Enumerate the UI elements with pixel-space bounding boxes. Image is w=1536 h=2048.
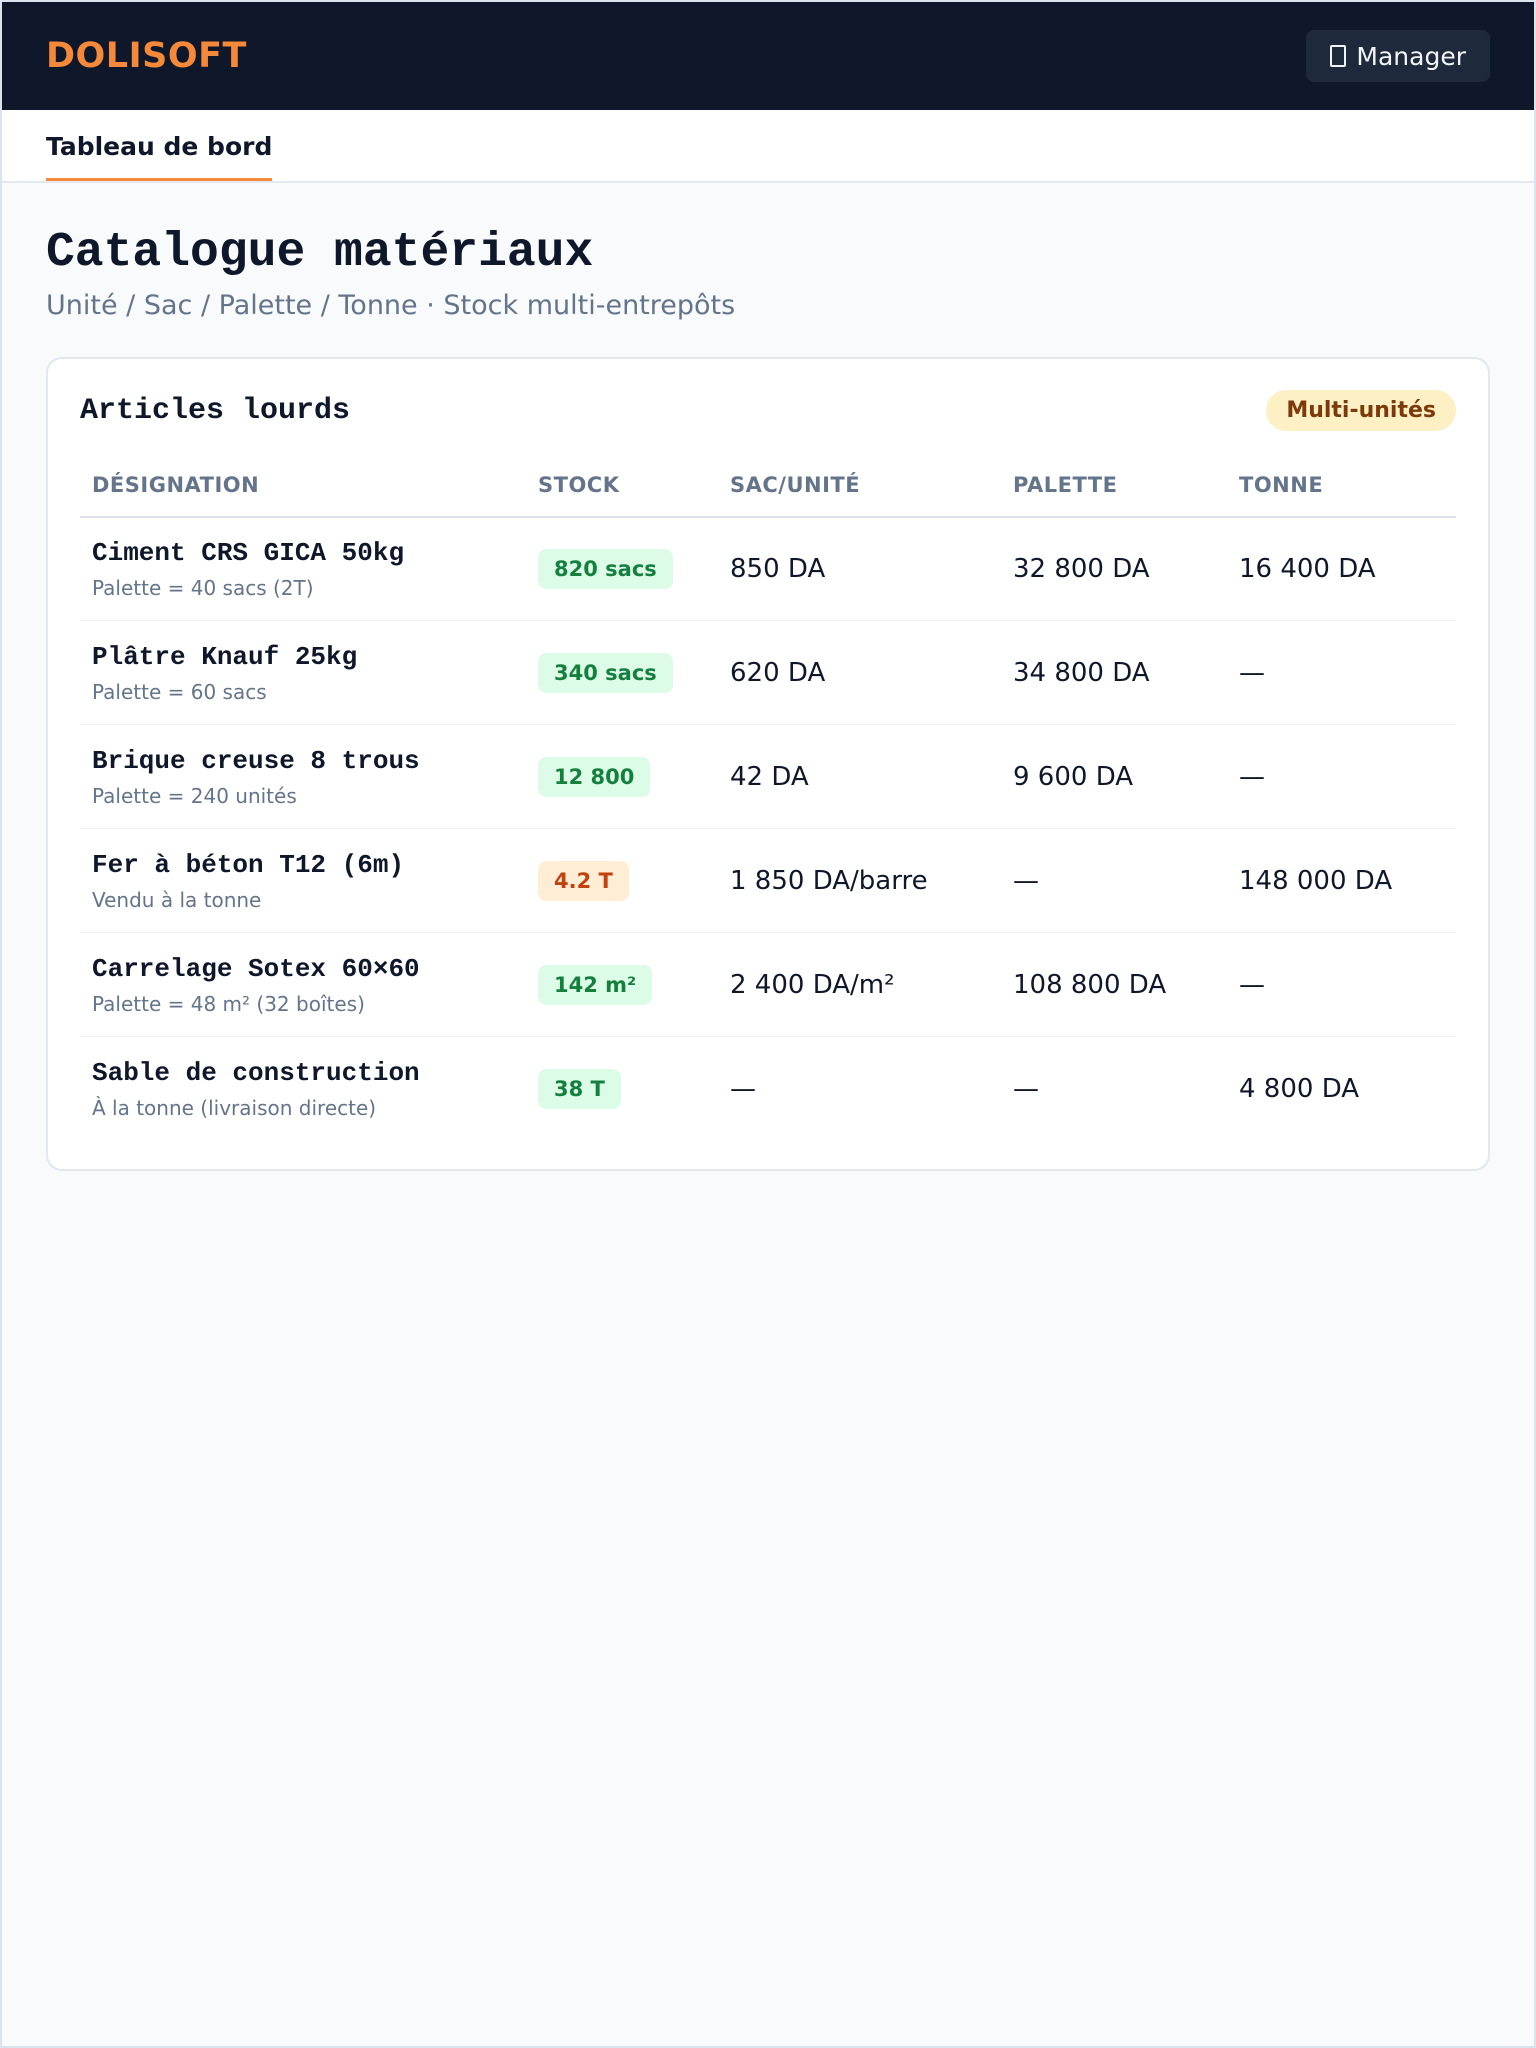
item-packaging-note: Vendu à la tonne	[92, 887, 262, 912]
table-row[interactable]: Carrelage Sotex 60×60 Palette = 48 m² (32…	[80, 932, 1456, 1038]
table-row[interactable]: Ciment CRS GICA 50kg Palette = 40 sacs (2…	[80, 516, 1456, 622]
multi-units-badge: Multi-unités	[1266, 390, 1456, 432]
item-name[interactable]: Fer à béton T12 (6m)	[92, 850, 514, 880]
page-header: Catalogue matériaux Unité / Sac / Palett…	[2, 183, 1534, 321]
tonne-price-cell: —	[1227, 724, 1456, 830]
table-header-row: DÉSIGNATION STOCK SAC/UNITÉ PALETTE TONN…	[80, 454, 1456, 518]
designation-cell: Carrelage Sotex 60×60 Palette = 48 m² (32…	[80, 932, 526, 1038]
stock-badge: 340 sacs	[538, 652, 673, 693]
top-navbar: DOLISOFT Manager	[2, 2, 1534, 110]
palette-price-cell: 32 800 DA	[1001, 516, 1227, 622]
stock-badge: 38 T	[538, 1069, 621, 1110]
stock-cell: 12 800	[526, 724, 718, 830]
tonne-price-cell: 148 000 DA	[1227, 828, 1456, 934]
unit-price-cell: 1 850 DA/barre	[718, 828, 1001, 934]
palette-price-cell: 9 600 DA	[1001, 724, 1227, 830]
column-header-stock[interactable]: STOCK	[526, 454, 718, 518]
designation-cell: Ciment CRS GICA 50kg Palette = 40 sacs (2…	[80, 516, 526, 622]
palette-price-cell: —	[1001, 828, 1227, 934]
user-menu-button[interactable]: Manager	[1306, 30, 1490, 82]
item-name[interactable]: Plâtre Knauf 25kg	[92, 642, 514, 672]
unit-price-cell: 620 DA	[718, 620, 1001, 726]
page-subtitle: Unité / Sac / Palette / Tonne · Stock mu…	[46, 289, 736, 321]
card-title: Articles lourds	[80, 393, 351, 428]
table-row[interactable]: Brique creuse 8 trous Palette = 240 unité…	[80, 724, 1456, 830]
column-header-tonne-price[interactable]: TONNE	[1227, 454, 1456, 518]
unit-price-cell: 42 DA	[718, 724, 1001, 830]
materials-table: DÉSIGNATION STOCK SAC/UNITÉ PALETTE TONN…	[80, 454, 1456, 1141]
tab-dashboard[interactable]: Tableau de bord	[46, 110, 273, 181]
table-row[interactable]: Plâtre Knauf 25kg Palette = 60 sacs 340 sa…	[80, 620, 1456, 726]
table-row[interactable]: Sable de construction À la tonne (livrais…	[80, 1037, 1456, 1141]
designation-cell: Fer à béton T12 (6m) Vendu à la tonne	[80, 828, 526, 934]
designation-cell: Plâtre Knauf 25kg Palette = 60 sacs	[80, 620, 526, 726]
palette-price-cell: 108 800 DA	[1001, 932, 1227, 1038]
stock-cell: 4.2 T	[526, 828, 718, 934]
item-packaging-note: Palette = 48 m² (32 boîtes)	[92, 991, 365, 1016]
tonne-price-cell: 16 400 DA	[1227, 516, 1456, 622]
tab-bar: Tableau de bord	[2, 110, 1534, 183]
table-row[interactable]: Fer à béton T12 (6m) Vendu à la tonne 4.2 …	[80, 828, 1456, 934]
item-name[interactable]: Carrelage Sotex 60×60	[92, 954, 514, 984]
stock-badge: 12 800	[538, 756, 651, 797]
table-body: Ciment CRS GICA 50kg Palette = 40 sacs (2…	[80, 516, 1456, 1141]
stock-badge: 820 sacs	[538, 549, 673, 590]
designation-cell: Sable de construction À la tonne (livrais…	[80, 1037, 526, 1141]
unit-price-cell: —	[730, 1074, 756, 1105]
item-name[interactable]: Sable de construction	[92, 1058, 514, 1088]
materials-card: Articles lourds Multi-unités DÉSIGNATION…	[46, 356, 1490, 1171]
column-header-palette-price[interactable]: PALETTE	[1001, 454, 1227, 518]
stock-cell: 38 T	[526, 1037, 718, 1141]
item-name[interactable]: Brique creuse 8 trous	[92, 746, 514, 776]
palette-price-cell: 34 800 DA	[1001, 620, 1227, 726]
unit-price-cell: 850 DA	[718, 516, 1001, 622]
card-header: Articles lourds Multi-unités	[80, 389, 1456, 433]
stock-cell: 820 sacs	[526, 516, 718, 622]
user-menu-label: Manager	[1356, 41, 1466, 71]
item-packaging-note: À la tonne (livraison directe)	[92, 1096, 377, 1121]
tonne-price-cell: 4 800 DA	[1239, 1074, 1360, 1105]
item-packaging-note: Palette = 60 sacs	[92, 679, 267, 704]
item-packaging-note: Palette = 40 sacs (2T)	[92, 576, 314, 601]
brand-logo[interactable]: DOLISOFT	[46, 36, 247, 76]
stock-cell: 142 m²	[526, 932, 718, 1038]
user-icon	[1330, 45, 1347, 67]
stock-badge: 142 m²	[538, 964, 653, 1005]
palette-price-cell: —	[1013, 1074, 1039, 1105]
page-title: Catalogue matériaux	[46, 226, 594, 280]
tonne-price-cell: —	[1227, 620, 1456, 726]
stock-badge: 4.2 T	[538, 860, 629, 901]
item-packaging-note: Palette = 240 unités	[92, 783, 297, 808]
item-name[interactable]: Ciment CRS GICA 50kg	[92, 538, 514, 568]
stock-cell: 340 sacs	[526, 620, 718, 726]
column-header-designation[interactable]: DÉSIGNATION	[80, 454, 526, 518]
tonne-price-cell: —	[1227, 932, 1456, 1038]
column-header-unit-price[interactable]: SAC/UNITÉ	[718, 454, 1001, 518]
designation-cell: Brique creuse 8 trous Palette = 240 unité…	[80, 724, 526, 830]
unit-price-cell: 2 400 DA/m²	[718, 932, 1001, 1038]
